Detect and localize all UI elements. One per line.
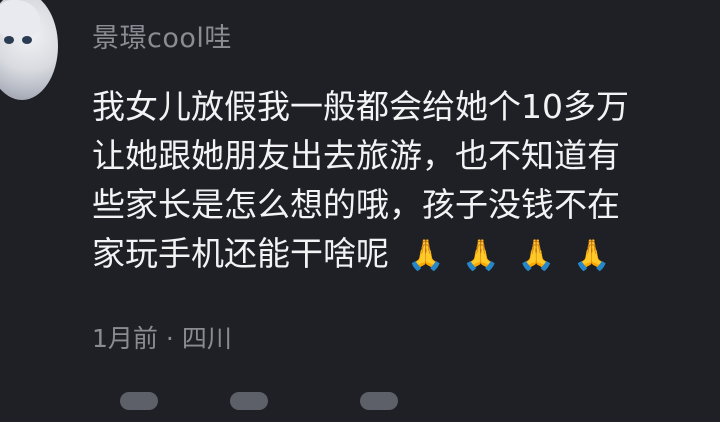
pray-emoji-4: 🙏 [573, 238, 611, 273]
comment-line-4-text: 家玩手机还能干啥呢 [92, 234, 389, 273]
comment-meta: 1月前 · 四川 [92, 319, 232, 355]
comment-line-4: 家玩手机还能干啥呢 🙏 🙏 🙏 🙏 [92, 229, 692, 280]
action-icon-1[interactable] [120, 392, 158, 410]
meta-separator: · [165, 324, 174, 353]
action-icon-3[interactable] [360, 392, 398, 410]
pray-emoji-3: 🙏 [517, 238, 556, 273]
comment-line-1: 我女儿放假我一般都会给她个10多万 [92, 87, 629, 126]
action-icon-2[interactable] [230, 392, 268, 410]
avatar-hair [0, 0, 40, 40]
pray-emoji-2: 🙏 [462, 238, 500, 273]
avatar-eye-left [4, 36, 14, 44]
comment-time: 1月前 [92, 324, 158, 353]
username[interactable]: 景璟cool哇 [92, 16, 232, 55]
comment-line-2: 让她跟她朋友出去旅游，也不知道有 [92, 136, 620, 175]
comment-text: 我女儿放假我一般都会给她个10多万 让她跟她朋友出去旅游，也不知道有 些家长是怎… [92, 82, 692, 280]
pray-emoji-1: 🙏 [407, 238, 445, 273]
avatar-eye-right [22, 36, 32, 44]
comment-location: 四川 [181, 324, 232, 353]
comment-actions-partial [120, 392, 720, 422]
commenter-avatar[interactable] [0, 0, 58, 100]
comment-line-3: 些家长是怎么想的哦，孩子没钱不在 [92, 185, 620, 224]
